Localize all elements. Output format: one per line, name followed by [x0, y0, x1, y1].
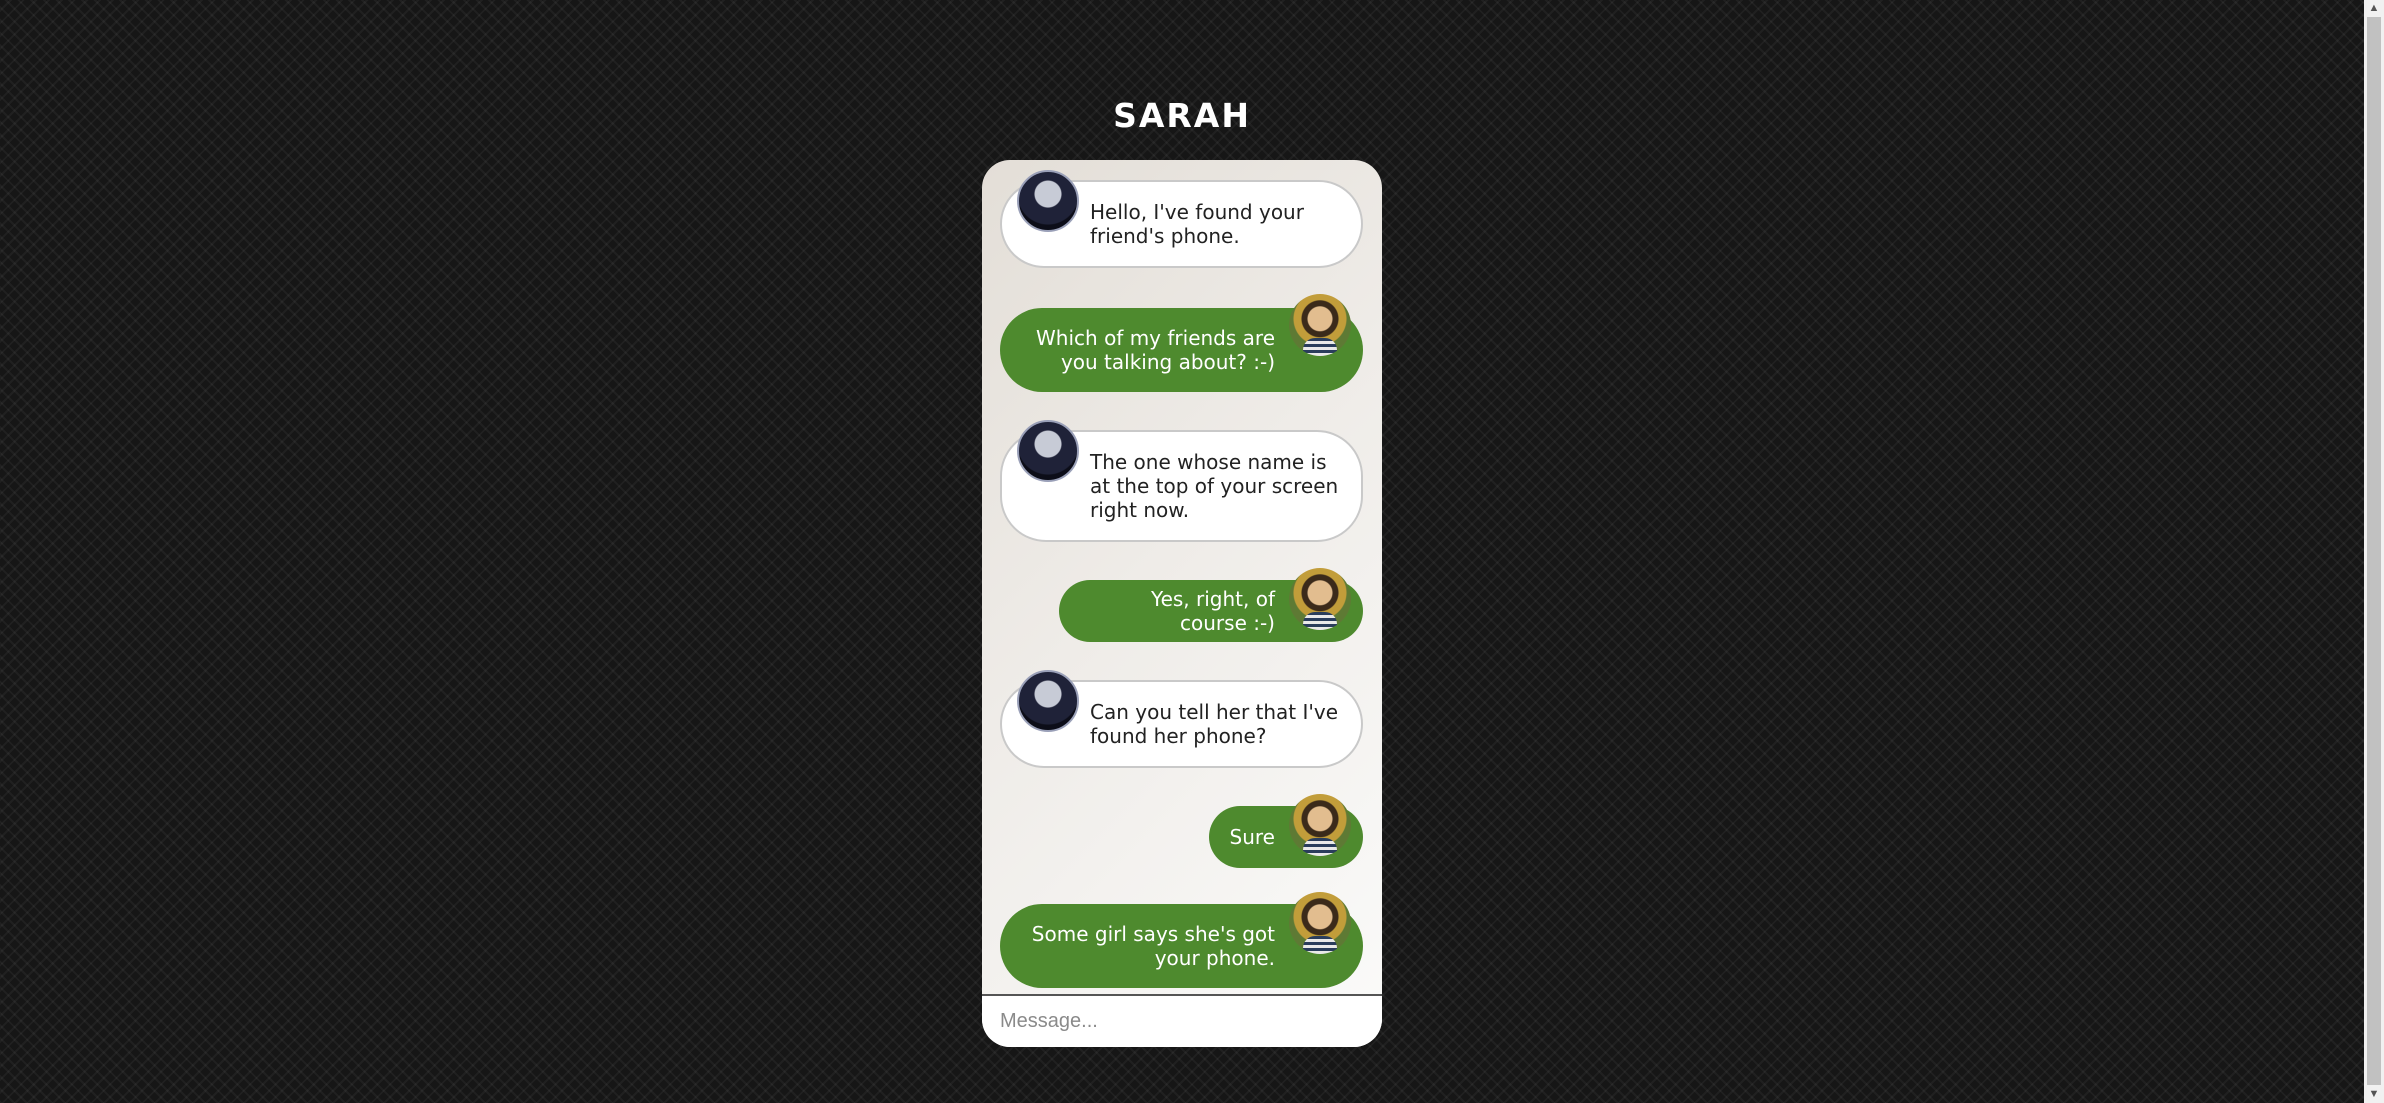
- message-text: Yes, right, of course :-): [1151, 587, 1275, 635]
- scroll-up-icon[interactable]: ▲: [2364, 0, 2384, 17]
- message-text: Which of my friends are you talking abou…: [1036, 326, 1275, 374]
- message-text: Can you tell her that I've found her pho…: [1090, 700, 1339, 748]
- message-composer: [982, 994, 1382, 1047]
- user-avatar: [1289, 294, 1351, 356]
- message-input[interactable]: [982, 996, 1382, 1047]
- scrollbar-thumb[interactable]: [2367, 17, 2381, 1085]
- message-text: Sure: [1229, 825, 1275, 849]
- sender-avatar: [1017, 670, 1079, 732]
- page-scrollbar[interactable]: ▲ ▼: [2364, 0, 2384, 1103]
- user-avatar: [1289, 568, 1351, 630]
- message-text: Some girl says she's got your phone.: [1031, 922, 1275, 970]
- scroll-down-icon[interactable]: ▼: [2364, 1086, 2384, 1103]
- user-avatar: [1289, 794, 1351, 856]
- sender-avatar: [1017, 420, 1079, 482]
- user-avatar: [1289, 892, 1351, 954]
- chat-window: Hello, I've found your friend's phone. W…: [982, 160, 1382, 1047]
- message-text: The one whose name is at the top of your…: [1090, 450, 1339, 522]
- contact-name-title: SARAH: [1113, 96, 1251, 135]
- message-text: Hello, I've found your friend's phone.: [1090, 200, 1304, 248]
- sender-avatar: [1017, 170, 1079, 232]
